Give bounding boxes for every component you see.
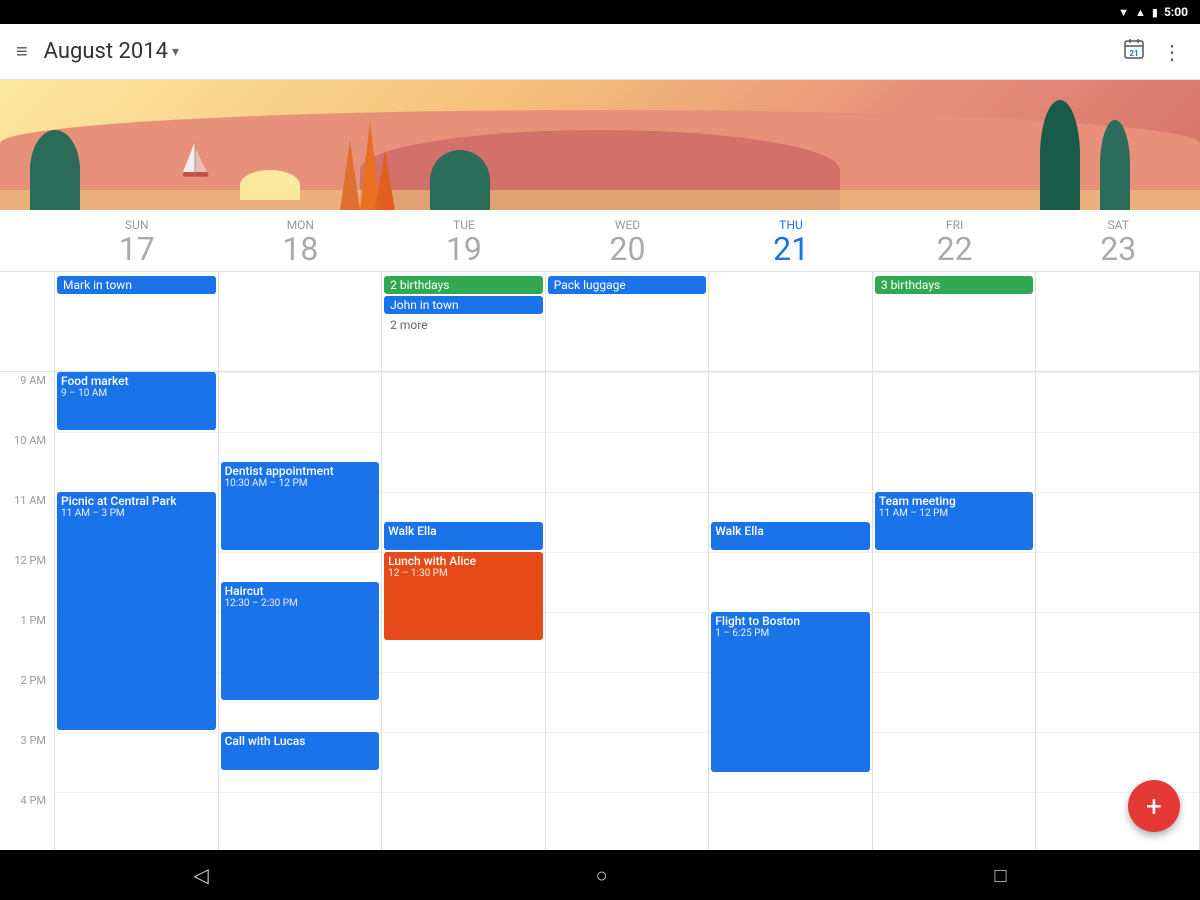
more-options-button[interactable]: ⋮ [1162, 40, 1184, 64]
time-gutter-header [0, 210, 55, 271]
event-flight-to-boston[interactable]: Flight to Boston 1 – 6:25 PM [711, 612, 870, 772]
event-2-birthdays-tue[interactable]: 2 birthdays [384, 276, 543, 294]
all-day-gutter [0, 272, 55, 371]
time-label-11am: 11 AM [0, 492, 55, 552]
event-3-birthdays-fri[interactable]: 3 birthdays [875, 276, 1034, 294]
event-food-market[interactable]: Food market 9 – 10 AM [57, 372, 216, 430]
time-label-1pm: 1 PM [0, 612, 55, 672]
day-col-tue: Walk Ella Lunch with Alice 12 – 1:30 PM [382, 372, 546, 850]
top-bar: ≡ August 2014 ▾ 21 ⋮ [0, 24, 1200, 80]
all-day-thu [709, 272, 873, 371]
day-header-sat: Sat 23 [1036, 210, 1200, 271]
day-col-thu: Walk Ella Flight to Boston 1 – 6:25 PM [709, 372, 873, 850]
all-day-sat [1036, 272, 1200, 371]
day-col-sun: Food market 9 – 10 AM Picnic at Central … [55, 372, 219, 850]
time-label-2pm: 2 PM [0, 672, 55, 732]
day-col-fri: Team meeting 11 AM – 12 PM [873, 372, 1037, 850]
event-john-in-town[interactable]: John in town [384, 296, 543, 314]
day-header-thu: Thu 21 [709, 210, 873, 271]
event-pack-luggage[interactable]: Pack luggage [548, 276, 707, 294]
recent-button[interactable]: □ [994, 863, 1006, 888]
time-label-10am: 10 AM [0, 432, 55, 492]
event-walk-ella-tue[interactable]: Walk Ella [384, 522, 543, 550]
event-picnic-central-park[interactable]: Picnic at Central Park 11 AM – 3 PM [57, 492, 216, 730]
home-button[interactable]: ○ [596, 863, 608, 888]
day-header-wed: Wed 20 [546, 210, 710, 271]
status-time: 5:00 [1164, 5, 1188, 19]
event-haircut[interactable]: Haircut 12:30 – 2:30 PM [221, 582, 380, 700]
all-day-tue: 2 birthdays John in town 2 more [382, 272, 546, 371]
time-label-9am: 9 AM [0, 372, 55, 432]
tree-3 [1040, 100, 1080, 210]
event-call-with-lucas[interactable]: Call with Lucas [221, 732, 380, 770]
menu-button[interactable]: ≡ [16, 39, 28, 64]
event-mark-in-town[interactable]: Mark in town [57, 276, 216, 294]
sun [240, 170, 300, 200]
event-walk-ella-thu[interactable]: Walk Ella [711, 522, 870, 550]
svg-text:21: 21 [1129, 49, 1138, 58]
event-dentist-appointment[interactable]: Dentist appointment 10:30 AM – 12 PM [221, 462, 380, 550]
all-day-wed: Pack luggage [546, 272, 710, 371]
bottom-nav: ◁ ○ □ [0, 850, 1200, 900]
event-team-meeting[interactable]: Team meeting 11 AM – 12 PM [875, 492, 1034, 550]
add-event-fab[interactable]: + [1128, 780, 1180, 832]
day-header-fri: Fri 22 [873, 210, 1037, 271]
today-button[interactable]: 21 [1122, 37, 1146, 67]
day-header-mon: Mon 18 [219, 210, 383, 271]
time-label-3pm: 3 PM [0, 732, 55, 792]
top-bar-actions: 21 ⋮ [1122, 37, 1184, 67]
day-col-mon: Dentist appointment 10:30 AM – 12 PM Hai… [219, 372, 383, 850]
sailboat [170, 140, 220, 180]
time-labels: 9 AM 10 AM 11 AM 12 PM 1 PM 2 PM 3 PM 4 … [0, 372, 55, 850]
month-dropdown-arrow: ▾ [172, 44, 179, 60]
illustration-header [0, 80, 1200, 210]
all-day-sun: Mark in town [55, 272, 219, 371]
battery-icon: ▮ [1152, 6, 1158, 19]
day-headers: Sun 17 Mon 18 Tue 19 Wed 20 Thu 21 Fri 2… [0, 210, 1200, 272]
day-header-tue: Tue 19 [382, 210, 546, 271]
time-label-4pm: 4 PM [0, 792, 55, 850]
tree-1 [30, 130, 80, 210]
day-header-sun: Sun 17 [55, 210, 219, 271]
event-lunch-with-alice[interactable]: Lunch with Alice 12 – 1:30 PM [384, 552, 543, 640]
all-day-mon [219, 272, 383, 371]
signal-icon: ▲ [1135, 6, 1146, 19]
water [0, 190, 1200, 210]
tree-2 [430, 150, 490, 210]
time-label-12pm: 12 PM [0, 552, 55, 612]
day-col-wed [546, 372, 710, 850]
month-title[interactable]: August 2014 ▾ [44, 39, 179, 64]
status-bar: ▼ ▲ ▮ 5:00 [0, 0, 1200, 24]
time-grid: 9 AM 10 AM 11 AM 12 PM 1 PM 2 PM 3 PM 4 … [0, 372, 1200, 850]
day-col-sat [1036, 372, 1200, 850]
event-more-tue[interactable]: 2 more [384, 316, 543, 334]
all-day-fri: 3 birthdays [873, 272, 1037, 371]
calendar-area: Sun 17 Mon 18 Tue 19 Wed 20 Thu 21 Fri 2… [0, 210, 1200, 850]
all-day-row: Mark in town 2 birthdays John in town 2 … [0, 272, 1200, 372]
wifi-icon: ▼ [1118, 6, 1129, 19]
back-button[interactable]: ◁ [193, 863, 208, 887]
month-title-text: August 2014 [44, 39, 168, 64]
tree-4 [1100, 120, 1130, 210]
